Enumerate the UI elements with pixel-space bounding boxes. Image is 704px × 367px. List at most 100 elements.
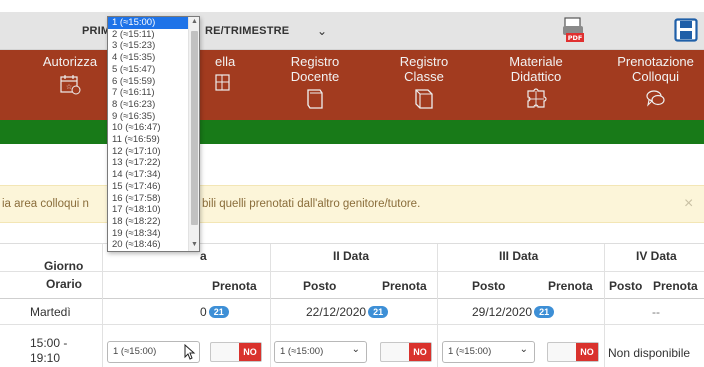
svg-text:☆: ☆	[66, 83, 72, 91]
unavailable-label: Non disponibile	[608, 346, 691, 360]
notice-text-right: bili quelli prenotati dall'altro genitor…	[202, 198, 421, 210]
row-divider	[0, 324, 704, 325]
row-day: Martedì	[30, 305, 71, 319]
puzzle-icon	[527, 88, 547, 108]
period-selector-label-right[interactable]: RE/TRIMESTRE	[205, 25, 289, 37]
header-divider	[0, 271, 704, 272]
nav-item-label-1: Materiale	[509, 54, 563, 69]
time-range-end: 19:10	[30, 351, 61, 365]
slot-dropdown-list[interactable]: 20 (≈18:46) 19 (≈18:34) 18 (≈18:22) 17 (≈18…	[107, 16, 200, 252]
info-notice: ia area colloqui n bili quelli prenotati…	[0, 185, 704, 223]
close-icon[interactable]: ×	[684, 195, 693, 213]
dropdown-option[interactable]: 5 (≈15:47)	[108, 64, 188, 76]
header-prenota-4: Prenota	[653, 279, 698, 293]
chevron-down-icon: ⌄	[519, 344, 528, 355]
header-prenota-3: Prenota	[548, 279, 593, 293]
column-divider	[437, 244, 438, 367]
grid-icon	[215, 74, 230, 91]
slot-select-value: 1 (≈15:00)	[280, 346, 324, 357]
pdf-export-icon[interactable]: PDF	[560, 16, 586, 44]
nav-item-autorizzazioni[interactable]: Autorizza ☆	[36, 54, 104, 95]
nav-item-label: ella	[215, 54, 236, 69]
toggle-no-label: NO	[239, 343, 261, 361]
date3-count-badge: 21	[534, 306, 555, 318]
date1-cell: 0 21	[200, 305, 229, 319]
nav-item-label-2: Docente	[290, 69, 340, 84]
dropdown-option[interactable]: 2 (≈15:11)	[108, 29, 188, 41]
chevron-down-icon: ⌄	[351, 344, 360, 355]
notebook-icon	[415, 89, 433, 109]
slot-select-value: 1 (≈15:00)	[448, 346, 492, 357]
dropdown-option[interactable]: 7 (≈16:11)	[108, 87, 188, 99]
book-icon	[307, 89, 323, 109]
header-prenota-1: Prenota	[212, 279, 257, 293]
header-orario: Orario	[46, 277, 83, 291]
dropdown-option[interactable]: 19 (≈18:34)	[108, 228, 188, 240]
mouse-cursor-icon	[184, 344, 196, 360]
chat-icon	[645, 90, 665, 107]
header-prenota-2: Prenota	[382, 279, 427, 293]
scroll-thumb[interactable]	[191, 31, 198, 225]
dropdown-option[interactable]: 1 (≈15:00)	[108, 17, 188, 29]
nav-item-label-1: Registro	[399, 54, 449, 69]
date2-count-badge: 21	[368, 306, 389, 318]
dropdown-option[interactable]: 17 (≈18:10)	[108, 204, 188, 216]
dropdown-option[interactable]: 6 (≈15:59)	[108, 76, 188, 88]
date3-cell: 29/12/2020 21	[472, 305, 555, 319]
colloqui-table: Giorno Orario a Prenota II Data Posto Pr…	[0, 243, 704, 367]
chevron-down-icon[interactable]: ⌄	[317, 24, 327, 38]
header-second-data: II Data	[333, 249, 370, 263]
prenota-toggle-3[interactable]: NO	[547, 342, 599, 362]
dropdown-option[interactable]: 10 (≈16:47)	[108, 122, 188, 134]
notice-text-left: ia area colloqui n	[2, 198, 89, 210]
date4-cell: --	[652, 305, 660, 319]
column-divider	[102, 244, 103, 367]
nav-item-registro-classe[interactable]: Registro Classe	[392, 54, 456, 111]
nav-item-pagella[interactable]: ella	[215, 54, 265, 93]
nav-item-label-2: Didattico	[510, 69, 562, 84]
header-giorno: Giorno	[44, 259, 84, 273]
nav-item-label: Autorizza	[42, 54, 98, 69]
prenota-toggle-1[interactable]: NO	[210, 342, 262, 362]
dropdown-option[interactable]: 13 (≈17:22)	[108, 157, 188, 169]
dropdown-option[interactable]: 18 (≈18:22)	[108, 216, 188, 228]
dropdown-option[interactable]: 12 (≈17:10)	[108, 146, 188, 158]
toggle-no-label: NO	[576, 343, 598, 361]
scroll-down-icon[interactable]: ▼	[191, 241, 198, 248]
nav-item-label-1: Registro	[290, 54, 340, 69]
calendar-icon: ☆	[60, 75, 81, 95]
dropdown-option[interactable]: 16 (≈17:58)	[108, 193, 188, 205]
dropdown-option[interactable]: 4 (≈15:35)	[108, 52, 188, 64]
header-first-data: a	[200, 249, 207, 263]
top-toolbar: PRIM RE/TRIMESTRE ⌄ PDF	[0, 12, 704, 50]
nav-item-registro-docente[interactable]: Registro Docente	[283, 54, 347, 111]
dropdown-option[interactable]: 15 (≈17:46)	[108, 181, 188, 193]
dropdown-option[interactable]: 3 (≈15:23)	[108, 40, 188, 52]
dropdown-option[interactable]: 11 (≈16:59)	[108, 134, 188, 146]
date2-cell: 22/12/2020 21	[306, 305, 389, 319]
dropdown-scrollbar[interactable]: ▲ ▼	[188, 17, 199, 251]
slot-select-3[interactable]: 1 (≈15:00) ⌄	[442, 341, 535, 363]
svg-text:PDF: PDF	[568, 34, 583, 42]
prenota-toggle-2[interactable]: NO	[380, 342, 432, 362]
time-range-start: 15:00 -	[30, 336, 68, 350]
save-icon[interactable]	[674, 18, 698, 42]
date2-text: 22/12/2020	[306, 305, 367, 319]
date1-text: 0	[200, 305, 207, 319]
green-status-bar	[0, 120, 704, 144]
dropdown-option[interactable]: 8 (≈16:23)	[108, 99, 188, 111]
scroll-up-icon[interactable]: ▲	[191, 18, 198, 25]
nav-item-label-1: Prenotazione	[617, 54, 694, 69]
dropdown-option[interactable]: 14 (≈17:34)	[108, 169, 188, 181]
slot-select-value: 1 (≈15:00)	[113, 346, 157, 357]
dropdown-option[interactable]: 20 (≈18:46)	[108, 239, 188, 251]
header-posto-3: Posto	[472, 279, 506, 293]
date1-count-badge: 21	[208, 306, 229, 318]
column-divider	[604, 244, 605, 367]
slot-select-2[interactable]: 1 (≈15:00) ⌄	[274, 341, 367, 363]
date3-text: 29/12/2020	[472, 305, 533, 319]
nav-item-materiale-didattico[interactable]: Materiale Didattico	[500, 54, 572, 111]
dropdown-option[interactable]: 9 (≈16:35)	[108, 111, 188, 123]
nav-item-label-2: Classe	[404, 69, 444, 84]
nav-item-prenotazione-colloqui[interactable]: Prenotazione Colloqui	[607, 54, 704, 109]
